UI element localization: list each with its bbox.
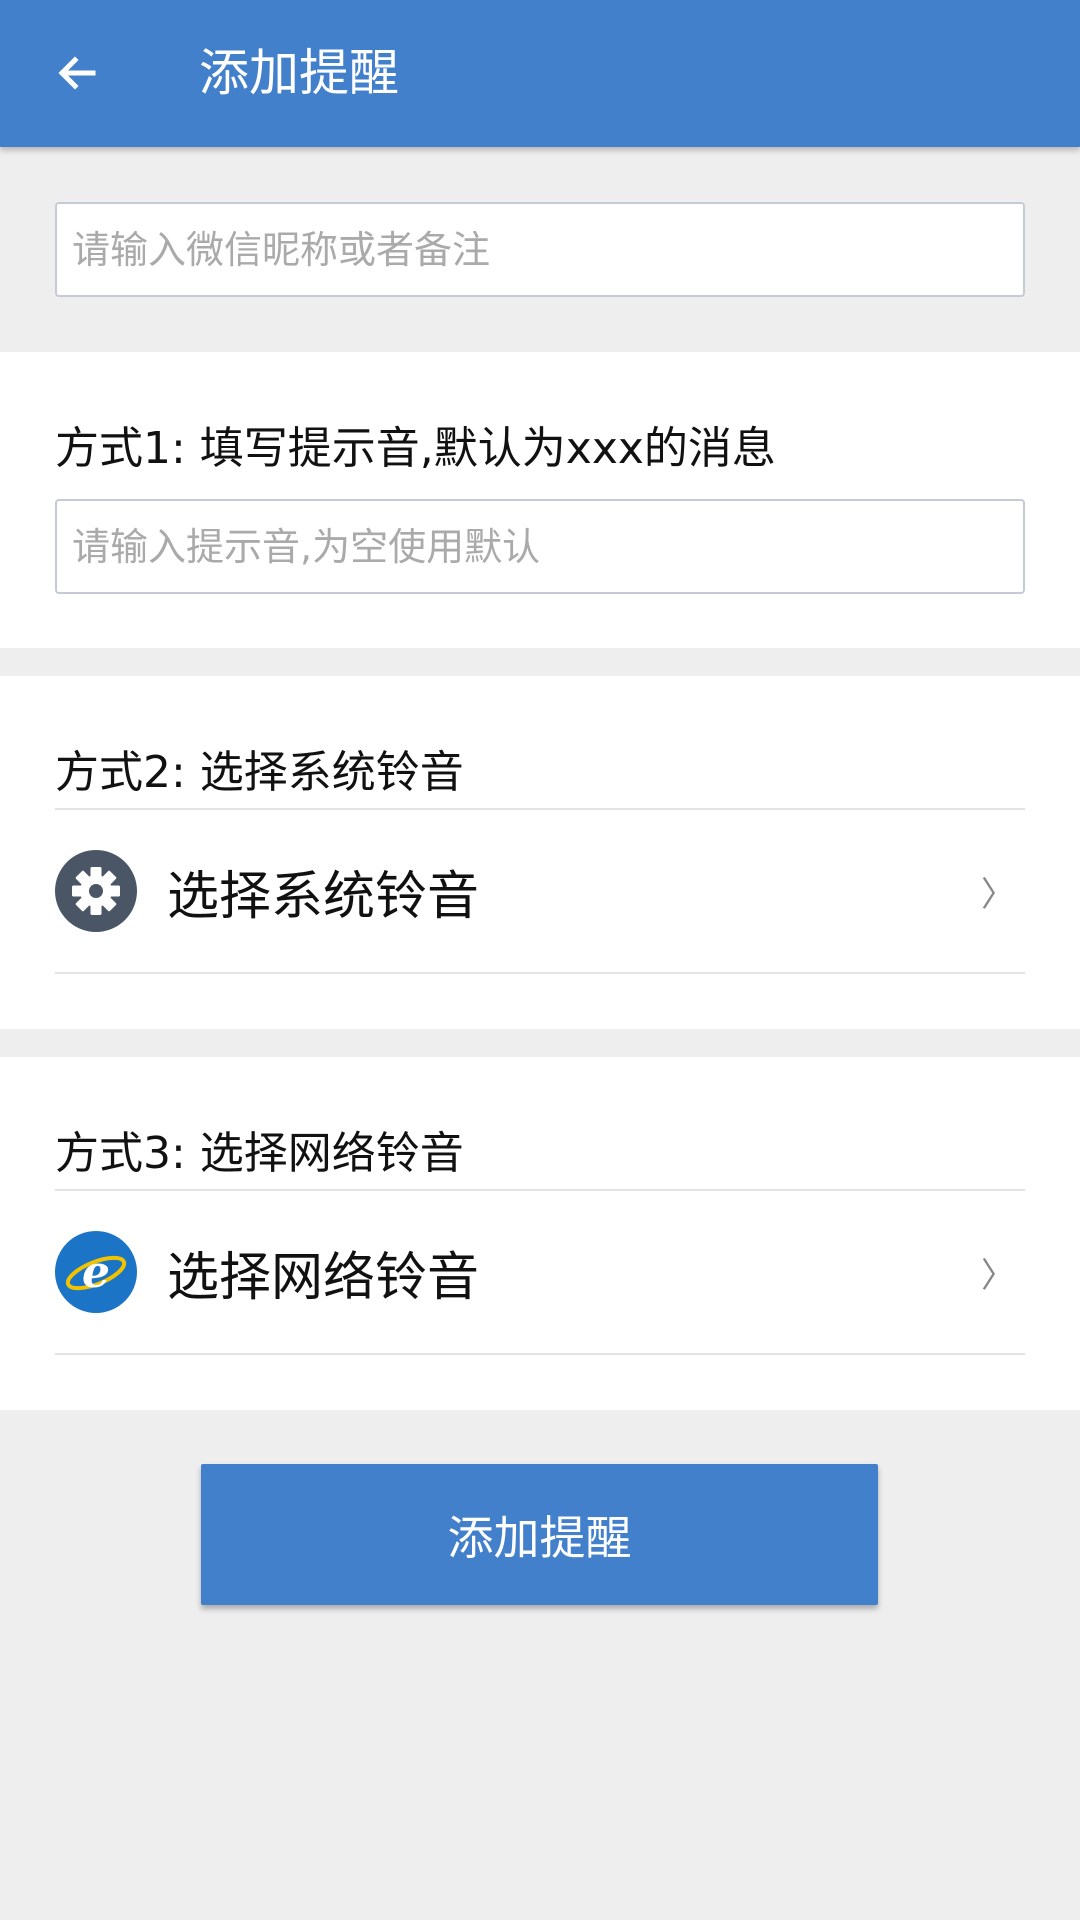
add-reminder-button[interactable]: 添加提醒	[201, 1464, 878, 1605]
wechat-nickname-input[interactable]	[55, 202, 1025, 297]
arrow-left-icon	[58, 56, 96, 90]
chevron-right-icon: 〉	[981, 874, 1015, 915]
select-system-ringtone-row[interactable]: 选择系统铃音 〉	[55, 810, 1025, 972]
select-network-ringtone-label: 选择网络铃音	[167, 1247, 480, 1308]
app-bar: 添加提醒	[0, 0, 1080, 147]
chevron-right-icon: 〉	[981, 1255, 1015, 1296]
method3-heading: 方式3: 选择网络铃音	[55, 1128, 464, 1179]
method2-card: 方式2: 选择系统铃音 选择系统铃音 〉	[0, 676, 1080, 1029]
svg-text:e: e	[82, 1247, 110, 1298]
back-button[interactable]	[40, 36, 114, 110]
method1-card: 方式1: 填写提示音,默认为xxx的消息	[0, 352, 1080, 648]
custom-tone-input[interactable]	[55, 499, 1025, 594]
page-title: 添加提醒	[199, 44, 399, 102]
gear-icon	[55, 850, 137, 932]
method3-card: 方式3: 选择网络铃音 e 选择网络铃音 〉	[0, 1057, 1080, 1410]
method1-heading: 方式1: 填写提示音,默认为xxx的消息	[55, 423, 776, 474]
method2-heading: 方式2: 选择系统铃音	[55, 747, 464, 798]
select-network-ringtone-row[interactable]: e 选择网络铃音 〉	[55, 1191, 1025, 1353]
select-system-ringtone-label: 选择系统铃音	[167, 866, 480, 927]
divider	[55, 1353, 1025, 1355]
browser-icon: e	[55, 1231, 137, 1313]
divider	[55, 972, 1025, 974]
